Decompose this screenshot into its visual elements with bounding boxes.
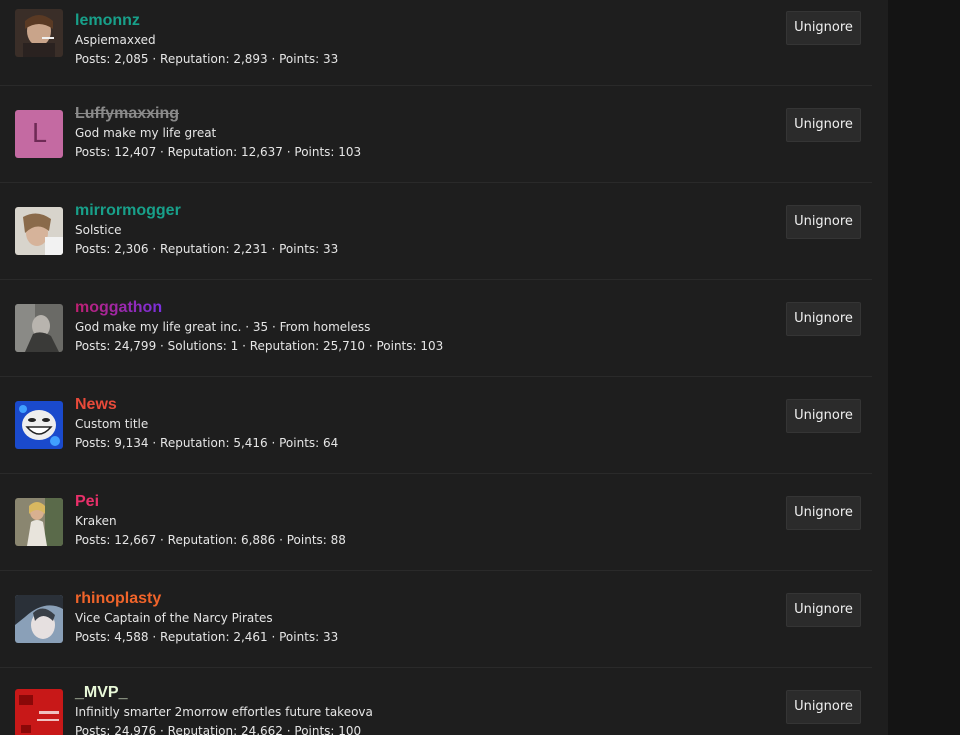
unignore-button[interactable]: Unignore (786, 302, 861, 336)
username-link[interactable]: _MVP_ (75, 684, 127, 702)
unignore-button[interactable]: Unignore (786, 496, 861, 530)
avatar[interactable] (15, 498, 63, 546)
member-row: moggathon God make my life great inc. · … (0, 280, 872, 377)
avatar[interactable] (15, 401, 63, 449)
member-row: Pei Kraken Posts: 12,667 · Reputation: 6… (0, 474, 872, 571)
user-title: Infinitly smarter 2morrow effortles futu… (75, 705, 373, 719)
username-link[interactable]: Luffymaxxing (75, 105, 179, 123)
username-link[interactable]: moggathon (75, 299, 162, 317)
username-link[interactable]: News (75, 396, 117, 414)
avatar[interactable] (15, 207, 63, 255)
user-title: Solstice (75, 223, 122, 237)
user-stats: Posts: 12,667 · Reputation: 6,886 · Poin… (75, 533, 346, 547)
user-title: God make my life great (75, 126, 217, 140)
unignore-button[interactable]: Unignore (786, 205, 861, 239)
avatar[interactable] (15, 9, 63, 57)
avatar[interactable] (15, 595, 63, 643)
avatar[interactable] (15, 689, 63, 735)
user-stats: Posts: 9,134 · Reputation: 5,416 · Point… (75, 436, 339, 450)
letter-avatar[interactable]: L (15, 110, 63, 158)
member-row: _MVP_ Infinitly smarter 2morrow effortle… (0, 668, 872, 735)
avatar[interactable] (15, 304, 63, 352)
user-title: Custom title (75, 417, 149, 431)
user-title: God make my life great inc. · 35 · From … (75, 320, 371, 334)
unignore-button[interactable]: Unignore (786, 399, 861, 433)
username-link[interactable]: mirrormogger (75, 202, 181, 220)
sidebar-gutter (888, 0, 960, 735)
unignore-button[interactable]: Unignore (786, 593, 861, 627)
unignore-button[interactable]: Unignore (786, 690, 861, 724)
user-stats: Posts: 24,799 · Solutions: 1 · Reputatio… (75, 339, 444, 353)
user-title: Aspiemaxxed (75, 33, 156, 47)
member-row: lemonnz Aspiemaxxed Posts: 2,085 · Reput… (0, 0, 872, 86)
username-link[interactable]: rhinoplasty (75, 590, 161, 608)
user-stats: Posts: 4,588 · Reputation: 2,461 · Point… (75, 630, 339, 644)
member-row: L Luffymaxxing God make my life great Po… (0, 86, 872, 183)
member-row: rhinoplasty Vice Captain of the Narcy Pi… (0, 571, 872, 668)
user-stats: Posts: 2,085 · Reputation: 2,893 · Point… (75, 52, 339, 66)
user-stats: Posts: 2,306 · Reputation: 2,231 · Point… (75, 242, 339, 256)
user-title: Kraken (75, 514, 117, 528)
user-stats: Posts: 24,976 · Reputation: 24,662 · Poi… (75, 724, 362, 735)
ignored-members-list: lemonnz Aspiemaxxed Posts: 2,085 · Reput… (0, 0, 888, 735)
unignore-button[interactable]: Unignore (786, 11, 861, 45)
member-row: mirrormogger Solstice Posts: 2,306 · Rep… (0, 183, 872, 280)
user-title: Vice Captain of the Narcy Pirates (75, 611, 273, 625)
username-link[interactable]: Pei (75, 493, 99, 511)
ignored-members-page: lemonnz Aspiemaxxed Posts: 2,085 · Reput… (0, 0, 960, 735)
user-stats: Posts: 12,407 · Reputation: 12,637 · Poi… (75, 145, 362, 159)
member-row: News Custom title Posts: 9,134 · Reputat… (0, 377, 872, 474)
unignore-button[interactable]: Unignore (786, 108, 861, 142)
username-link[interactable]: lemonnz (75, 12, 140, 30)
